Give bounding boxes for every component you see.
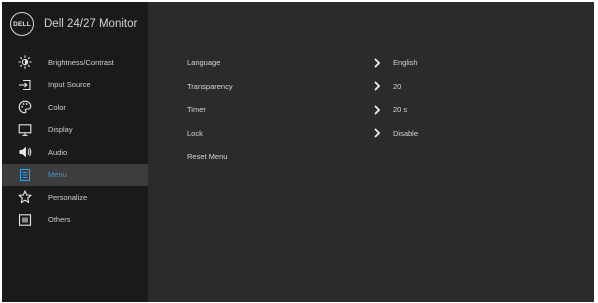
sidebar-item-label: Personalize <box>48 192 88 202</box>
logo-text: DELL <box>13 20 31 28</box>
sidebar-item-input-source[interactable]: Input Source <box>2 74 148 97</box>
sidebar-item-label: Color <box>48 102 66 112</box>
sidebar-item-personalize[interactable]: Personalize <box>2 186 148 209</box>
sidebar-item-display[interactable]: Display <box>2 119 148 142</box>
chevron-right-icon <box>373 81 381 91</box>
sidebar-item-label: Others <box>48 215 71 225</box>
sidebar-item-color[interactable]: Color <box>2 96 148 119</box>
reset-menu-label: Reset Menu <box>187 152 228 162</box>
setting-value: 20 <box>393 81 402 91</box>
sidebar-item-brightness-contrast[interactable]: Brightness/Contrast <box>2 51 148 74</box>
sidebar-item-others[interactable]: Others <box>2 209 148 232</box>
sidebar-item-label: Brightness/Contrast <box>48 57 114 67</box>
display-monitor-icon <box>18 123 32 137</box>
speaker-icon <box>18 145 32 159</box>
sidebar: DELL Dell 24/27 Monitor Brightness/Contr… <box>2 2 148 302</box>
star-icon <box>18 190 32 204</box>
setting-value: English <box>393 58 418 68</box>
setting-label: Timer <box>187 105 206 115</box>
chevron-right-icon <box>373 128 381 138</box>
brightness-icon <box>18 55 32 69</box>
others-icon <box>18 213 32 227</box>
sidebar-item-label: Audio <box>48 147 68 157</box>
sidebar-item-label: Input Source <box>48 80 91 90</box>
sidebar-item-label: Menu <box>48 170 67 180</box>
setting-label: Language <box>187 58 221 68</box>
setting-label: Transparency <box>187 81 233 91</box>
color-palette-icon <box>18 100 32 114</box>
sidebar-nav: Brightness/Contrast Input Source Color D… <box>2 51 148 231</box>
setting-value: Disable <box>393 128 419 138</box>
monitor-model-title: Dell 24/27 Monitor <box>44 18 138 30</box>
sidebar-item-label: Display <box>48 125 73 135</box>
menu-settings-panel: Language English Transparency 20 Timer 2… <box>148 2 594 302</box>
sidebar-item-audio[interactable]: Audio <box>2 141 148 164</box>
setting-row-language[interactable]: Language English <box>187 51 587 75</box>
input-source-icon <box>18 78 32 92</box>
setting-row-timer[interactable]: Timer 20 s <box>187 98 587 122</box>
brand-header: DELL Dell 24/27 Monitor <box>2 2 148 46</box>
chevron-right-icon <box>373 58 381 68</box>
menu-icon <box>18 168 32 182</box>
chevron-right-icon <box>373 105 381 115</box>
sidebar-item-menu[interactable]: Menu <box>2 163 148 186</box>
setting-row-reset-menu[interactable]: Reset Menu <box>187 145 587 169</box>
setting-value: 20 s <box>393 105 408 115</box>
monitor-osd: DELL Dell 24/27 Monitor Brightness/Contr… <box>2 2 594 302</box>
menu-settings-list: Language English Transparency 20 Timer 2… <box>187 51 587 169</box>
setting-label: Lock <box>187 128 203 138</box>
setting-row-transparency[interactable]: Transparency 20 <box>187 75 587 99</box>
setting-row-lock[interactable]: Lock Disable <box>187 122 587 146</box>
dell-logo: DELL <box>10 12 34 36</box>
